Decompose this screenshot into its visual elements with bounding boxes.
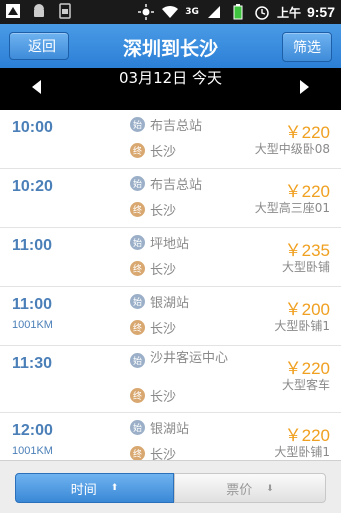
signal-icon bbox=[205, 3, 223, 21]
wifi-icon bbox=[161, 3, 179, 21]
date-bar: 03月12日 今天 bbox=[0, 68, 341, 110]
sort-bar: 时间 ⬆ 票价 ⬇ bbox=[0, 460, 341, 513]
departure-station: 布吉总站 bbox=[150, 119, 203, 134]
departure-station: 银湖站 bbox=[150, 296, 190, 311]
end-station-icon: 终 bbox=[130, 320, 145, 335]
next-day-arrow-icon[interactable] bbox=[300, 80, 309, 94]
ampm-label: 上午 bbox=[276, 5, 301, 20]
brightness-icon bbox=[137, 3, 155, 21]
sort-down-icon: ⬇ bbox=[266, 482, 274, 493]
arrival-station: 长沙 bbox=[150, 145, 177, 160]
android-icon bbox=[30, 2, 48, 20]
sort-by-price-label: 票价 bbox=[226, 481, 253, 497]
start-station-icon: 始 bbox=[130, 235, 145, 250]
departure-station: 布吉总站 bbox=[150, 178, 203, 193]
coach-type: 大型卧铺1 bbox=[274, 319, 330, 333]
end-station-icon: 终 bbox=[130, 446, 145, 460]
departure-station: 坪地站 bbox=[150, 237, 190, 252]
coach-type: 大型中级卧08 bbox=[254, 142, 330, 156]
start-station-icon: 始 bbox=[130, 353, 145, 368]
start-station-icon: 始 bbox=[130, 294, 145, 309]
departure-time: 10:00 bbox=[12, 119, 53, 136]
departure-station: 沙井客运中心 bbox=[150, 351, 229, 366]
arrival-station: 长沙 bbox=[150, 448, 177, 460]
current-date: 03月12日 今天 bbox=[119, 69, 222, 87]
distance: 1001KM bbox=[12, 445, 53, 457]
trip-row[interactable]: 10:20 始布吉总站终长沙 ￥220 大型高三座01 bbox=[0, 169, 341, 228]
filter-button[interactable]: 筛选 bbox=[282, 32, 332, 62]
arrival-station: 长沙 bbox=[150, 390, 177, 405]
previous-day-arrow-icon[interactable] bbox=[32, 80, 41, 94]
trip-row[interactable]: 11:30 始沙井客运中心终长沙 ￥220 大型客车 bbox=[0, 346, 341, 413]
network-type-label: 3G bbox=[185, 7, 199, 17]
distance: 1001KM bbox=[12, 319, 53, 331]
start-station-icon: 始 bbox=[130, 420, 145, 435]
app-notification-icon bbox=[4, 2, 22, 20]
sort-up-icon: ⬆ bbox=[110, 483, 119, 493]
trip-row[interactable]: 10:00 始布吉总站终长沙 ￥220 大型中级卧08 bbox=[0, 110, 341, 169]
sort-by-price-button[interactable]: 票价 ⬇ bbox=[174, 473, 326, 503]
title-bar: 返回 深圳到长沙 筛选 bbox=[0, 24, 341, 68]
departure-time: 12:00 bbox=[12, 422, 53, 439]
coach-type: 大型卧铺1 bbox=[274, 445, 330, 459]
departure-time: 11:00 bbox=[12, 296, 53, 313]
arrival-station: 长沙 bbox=[150, 204, 177, 219]
status-bar: 3G 上午 9:57 bbox=[0, 0, 341, 24]
end-station-icon: 终 bbox=[130, 202, 145, 217]
sort-by-time-button[interactable]: 时间 ⬆ bbox=[15, 473, 174, 503]
trip-row[interactable]: 11:00 1001KM 始银湖站终长沙 ￥200 大型卧铺1 bbox=[0, 287, 341, 346]
departure-station: 银湖站 bbox=[150, 422, 190, 437]
trip-list[interactable]: 10:00 始布吉总站终长沙 ￥220 大型中级卧08 10:20 始布吉总站终长沙 ￥22… bbox=[0, 110, 341, 460]
departure-time: 11:00 bbox=[12, 237, 53, 254]
arrival-station: 长沙 bbox=[150, 263, 177, 278]
end-station-icon: 终 bbox=[130, 388, 145, 403]
departure-time: 11:30 bbox=[12, 355, 53, 372]
departure-time: 10:20 bbox=[12, 178, 53, 195]
trip-row[interactable]: 11:00 始坪地站终长沙 ￥235 大型卧铺 bbox=[0, 228, 341, 287]
coach-type: 大型卧铺 bbox=[281, 260, 330, 274]
end-station-icon: 终 bbox=[130, 143, 145, 158]
sort-by-time-label: 时间 bbox=[70, 482, 97, 498]
clock-time: 9:57 bbox=[306, 4, 335, 20]
sim-card-icon bbox=[56, 2, 74, 20]
coach-type: 大型高三座01 bbox=[254, 201, 330, 215]
start-station-icon: 始 bbox=[130, 176, 145, 191]
start-station-icon: 始 bbox=[130, 117, 145, 132]
battery-icon bbox=[229, 3, 247, 21]
end-station-icon: 终 bbox=[130, 261, 145, 276]
alarm-clock-icon bbox=[253, 3, 271, 21]
coach-type: 大型客车 bbox=[281, 378, 330, 392]
trip-row[interactable]: 12:00 1001KM 始银湖站终长沙 ￥220 大型卧铺1 bbox=[0, 413, 341, 460]
arrival-station: 长沙 bbox=[150, 322, 177, 337]
